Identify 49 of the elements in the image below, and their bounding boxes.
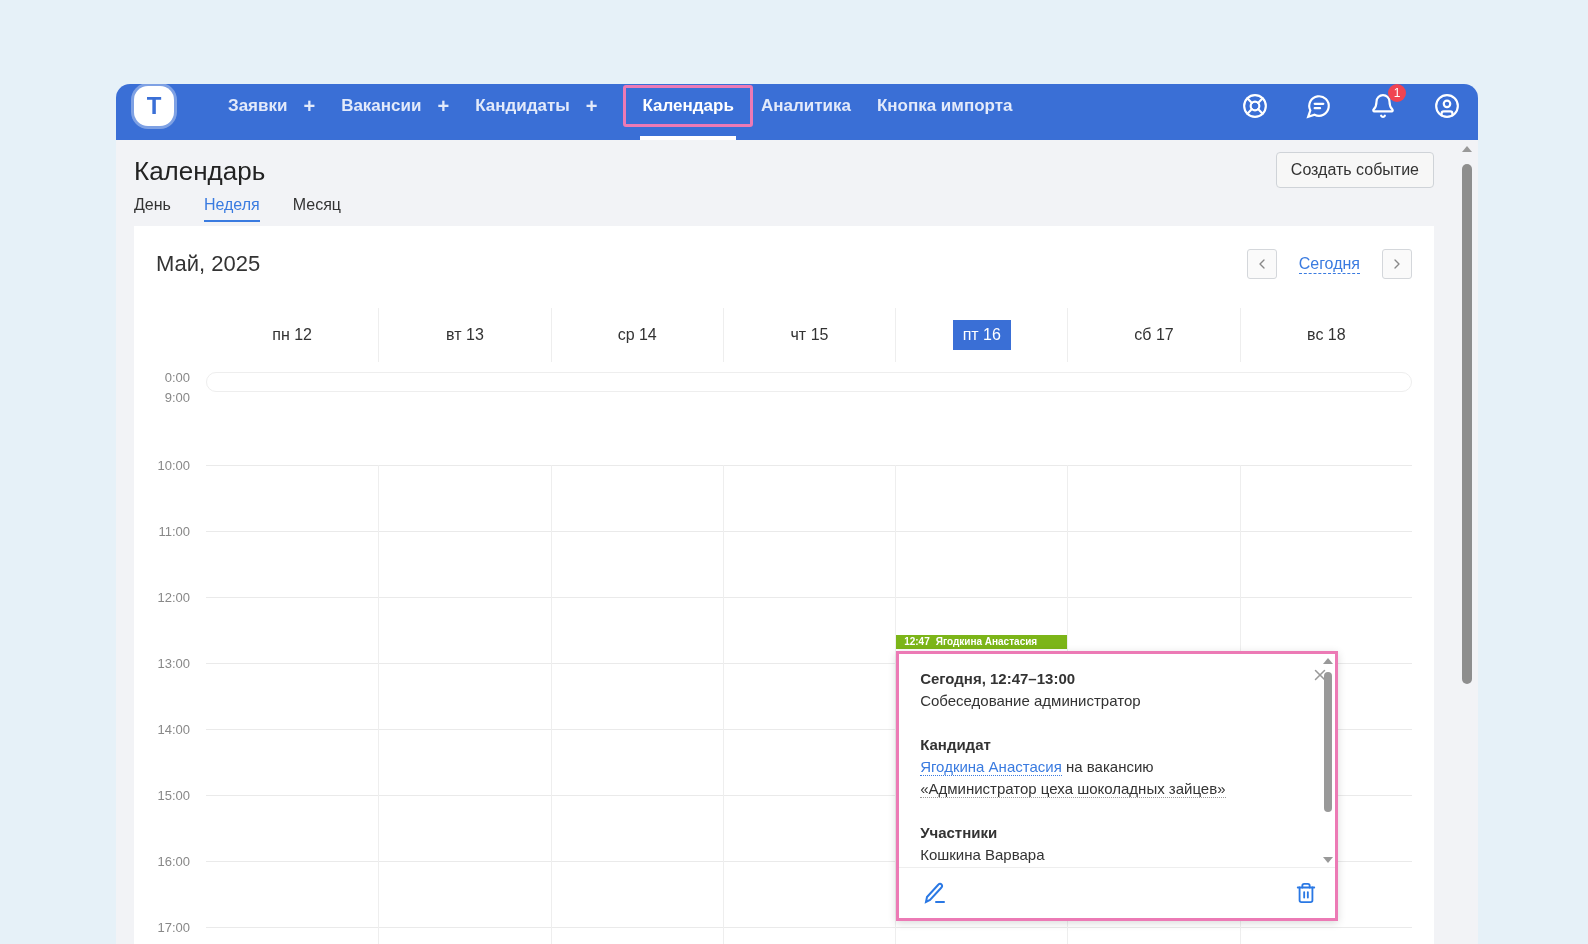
view-tab[interactable]: День <box>134 196 171 222</box>
time-label: 9:00 <box>164 389 190 407</box>
hour-label: 12:00 <box>157 590 190 607</box>
day-header[interactable]: ср 14 <box>607 320 667 350</box>
notification-badge: 1 <box>1388 84 1406 102</box>
day-header[interactable]: пт 16 <box>952 320 1011 350</box>
day-header[interactable]: чт 15 <box>780 320 839 350</box>
nav-tab[interactable]: Аналитика <box>760 85 851 127</box>
month-title: Май, 2025 <box>156 251 261 277</box>
participant-name: Кошкина Варвара <box>920 844 1046 865</box>
day-header[interactable]: вт 13 <box>436 320 494 350</box>
candidate-link[interactable]: Ягодкина Анастасия <box>920 757 1062 776</box>
event-type: Собеседование администратор <box>920 690 1142 711</box>
hour-label: 13:00 <box>157 656 190 673</box>
hour-label: 14:00 <box>157 722 190 739</box>
delete-icon[interactable] <box>1295 881 1318 904</box>
hour-label: 16:00 <box>157 854 190 871</box>
create-event-button[interactable]: Создать событие <box>1275 152 1434 188</box>
candidate-info: Ягодкина Анастасия на вакансию «Администратор цеха шоколадных зайцев» <box>920 756 1227 800</box>
vacancy-link[interactable]: «Администратор цеха шоколадных зайцев» <box>920 779 1226 798</box>
event-time: Сегодня, 12:47–13:00 <box>920 668 1077 689</box>
time-label: 0:00 <box>164 369 190 387</box>
participants-label: Участники <box>920 822 999 843</box>
hour-label: 17:00 <box>157 920 190 937</box>
user-icon[interactable] <box>1434 93 1460 119</box>
view-tab[interactable]: Месяц <box>292 196 341 222</box>
candidate-label: Кандидат <box>920 734 992 755</box>
chat-icon[interactable] <box>1306 93 1332 119</box>
day-header[interactable]: вс 18 <box>1297 320 1356 350</box>
add-button[interactable]: + <box>437 94 450 118</box>
nav-tab[interactable]: Вакансии <box>341 85 422 127</box>
edit-icon[interactable] <box>923 880 948 905</box>
add-button[interactable]: + <box>303 94 316 118</box>
hour-label: 11:00 <box>158 524 190 541</box>
day-header[interactable]: сб 17 <box>1124 320 1184 350</box>
nav-tab[interactable]: Заявки <box>228 85 288 127</box>
add-button[interactable]: + <box>585 94 598 118</box>
page-title: Календарь <box>134 156 266 187</box>
hour-label: 15:00 <box>157 788 190 805</box>
today-link[interactable]: Сегодня <box>1298 254 1360 274</box>
view-tab[interactable]: Неделя <box>203 196 260 222</box>
calendar-event[interactable]: 12:47 Ягодкина Анастасия <box>896 634 1068 649</box>
notifications-icon[interactable] <box>1370 93 1396 119</box>
nav-tab[interactable]: Кнопка импорта <box>876 85 1013 127</box>
app-logo[interactable]: T <box>134 86 174 126</box>
hour-label: 10:00 <box>157 458 190 475</box>
day-header[interactable]: пн 12 <box>262 320 322 350</box>
nav-tab[interactable]: Кандидаты <box>475 85 570 127</box>
help-icon[interactable] <box>1242 93 1268 119</box>
